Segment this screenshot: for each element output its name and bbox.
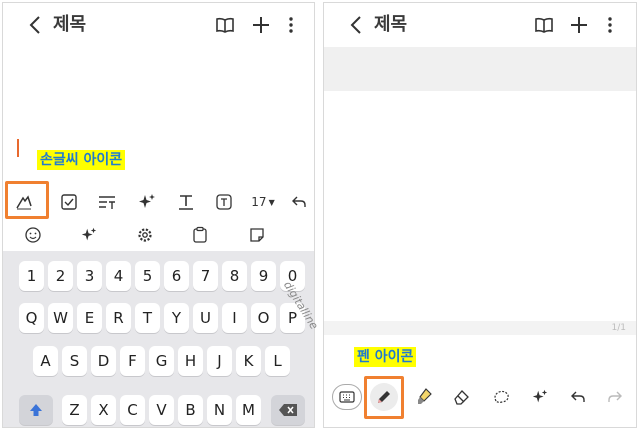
redo-icon[interactable] — [604, 386, 626, 408]
key[interactable]: Q — [19, 303, 44, 333]
key[interactable]: 2 — [48, 261, 73, 291]
key[interactable]: I — [222, 303, 247, 333]
key[interactable]: L — [265, 346, 290, 376]
handwriting-callout: 손글씨 아이콘 — [37, 150, 126, 170]
emoji-icon[interactable] — [22, 224, 44, 246]
shift-key[interactable] — [19, 395, 53, 425]
page-indicator-bar: 1/1 — [324, 321, 636, 335]
key[interactable]: Z — [62, 395, 87, 425]
note-title[interactable]: 제목 — [374, 12, 407, 38]
key[interactable]: R — [106, 303, 131, 333]
page-indicator: 1/1 — [611, 323, 626, 333]
key[interactable]: K — [236, 346, 261, 376]
key[interactable]: W — [48, 303, 73, 333]
lasso-select-icon[interactable] — [490, 386, 512, 408]
key[interactable]: 4 — [106, 261, 131, 291]
key[interactable]: 5 — [135, 261, 160, 291]
note-title[interactable]: 제목 — [53, 12, 86, 38]
undo-icon[interactable] — [288, 191, 310, 213]
left-screen: 제목 손글씨 아이콘 17 ▼ 1 2 3 4 5 6 7 8 9 0 Q W … — [2, 2, 315, 428]
checkbox-icon[interactable] — [58, 191, 80, 213]
key[interactable]: T — [135, 303, 160, 333]
key[interactable]: H — [178, 346, 203, 376]
undo-icon[interactable] — [567, 386, 589, 408]
key[interactable]: D — [91, 346, 116, 376]
book-open-icon[interactable] — [534, 15, 554, 35]
key[interactable]: G — [149, 346, 174, 376]
key[interactable]: N — [207, 395, 232, 425]
ai-sparkle-icon[interactable] — [136, 191, 158, 213]
key[interactable]: 6 — [164, 261, 189, 291]
chevron-down-icon: ▼ — [268, 197, 275, 207]
pen-callout: 펜 아이콘 — [354, 347, 417, 367]
keyboard-tool-row — [3, 220, 314, 250]
backspace-icon — [279, 404, 297, 416]
ai-sparkle-icon[interactable] — [78, 224, 100, 246]
plus-icon[interactable] — [569, 15, 589, 35]
title-area-bar[interactable] — [324, 47, 636, 91]
more-vertical-icon[interactable] — [600, 15, 620, 35]
key[interactable]: E — [77, 303, 102, 333]
keyboard-icon — [339, 391, 355, 403]
settings-gear-icon[interactable] — [134, 224, 156, 246]
text-box-icon[interactable] — [213, 191, 235, 213]
key[interactable]: C — [120, 395, 145, 425]
more-vertical-icon[interactable] — [281, 15, 301, 35]
key[interactable]: V — [149, 395, 174, 425]
chevron-left-icon[interactable] — [25, 14, 45, 36]
key[interactable]: F — [120, 346, 145, 376]
text-format-icon[interactable] — [175, 191, 197, 213]
pen-highlight-box — [364, 376, 404, 419]
key[interactable]: X — [91, 395, 116, 425]
font-size-selector[interactable]: 17 ▼ — [249, 191, 277, 213]
key[interactable]: A — [33, 346, 58, 376]
ai-sparkle-icon[interactable] — [529, 386, 551, 408]
note-header: 제목 — [3, 3, 314, 47]
note-header: 제목 — [324, 3, 636, 47]
key[interactable]: J — [207, 346, 232, 376]
key[interactable]: Y — [164, 303, 189, 333]
key[interactable]: U — [193, 303, 218, 333]
right-screen: 제목 1/1 펜 아이콘 — [323, 2, 637, 428]
text-style-icon[interactable] — [96, 191, 118, 213]
key[interactable]: S — [62, 346, 87, 376]
key[interactable]: B — [178, 395, 203, 425]
key[interactable]: 9 — [251, 261, 276, 291]
backspace-key[interactable] — [271, 395, 305, 425]
font-size-value: 17 — [251, 195, 267, 209]
key[interactable]: 8 — [222, 261, 247, 291]
key[interactable]: 3 — [77, 261, 102, 291]
formatting-toolbar: 17 ▼ — [3, 187, 314, 217]
key[interactable]: 1 — [19, 261, 44, 291]
book-open-icon[interactable] — [215, 15, 235, 35]
clipboard-icon[interactable] — [189, 224, 211, 246]
text-cursor — [17, 139, 19, 157]
sticker-icon[interactable] — [246, 224, 268, 246]
handwriting-highlight-box — [5, 181, 49, 219]
eraser-icon[interactable] — [450, 386, 472, 408]
virtual-keyboard: 1 2 3 4 5 6 7 8 9 0 Q W E R T Y U I O P … — [3, 251, 314, 427]
keyboard-toggle-button[interactable] — [332, 384, 362, 410]
shift-icon — [30, 404, 42, 416]
drawing-canvas[interactable] — [324, 91, 636, 321]
key[interactable]: O — [251, 303, 276, 333]
key[interactable]: 7 — [193, 261, 218, 291]
key[interactable]: M — [236, 395, 261, 425]
highlighter-icon[interactable] — [414, 386, 436, 408]
chevron-left-icon[interactable] — [346, 14, 366, 36]
plus-icon[interactable] — [251, 15, 271, 35]
